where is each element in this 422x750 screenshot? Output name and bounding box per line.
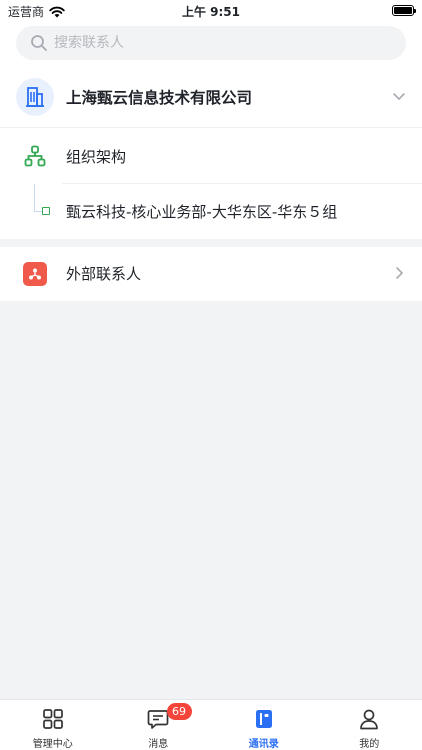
chevron-right-icon: [396, 267, 403, 279]
tab-bar: 管理中心 69 消息 通讯录 我的: [0, 699, 422, 750]
search-box[interactable]: [16, 26, 406, 60]
search-icon: [31, 35, 47, 51]
external-contacts-icon: [23, 262, 47, 286]
contacts-book-icon: [252, 707, 276, 730]
chevron-down-icon[interactable]: [392, 89, 406, 103]
search-input[interactable]: [54, 35, 374, 51]
tab-label: 管理中心: [32, 739, 73, 750]
department-row[interactable]: 甄云科技-核心业务部-大华东区-华东５组: [0, 184, 422, 239]
status-bar: 运营商 上午 9:51: [0, 0, 422, 22]
tab-contacts[interactable]: 通讯录: [211, 700, 317, 750]
tree-connector-branch: [34, 211, 42, 212]
building-icon: [16, 78, 54, 116]
org-structure-row[interactable]: 组织架构: [0, 128, 422, 184]
tab-label: 通讯录: [248, 739, 279, 750]
status-time: 上午 9:51: [181, 5, 241, 19]
tree-connector: [34, 184, 35, 211]
tab-label: 消息: [148, 739, 169, 750]
user-icon: [357, 707, 381, 730]
battery-icon: [392, 5, 416, 16]
org-chart-icon: [24, 145, 46, 167]
tab-me[interactable]: 我的: [317, 700, 422, 750]
external-contacts-label: 外部联系人: [66, 265, 142, 283]
tree-node-icon: [42, 207, 50, 215]
tab-label: 我的: [359, 739, 380, 750]
org-structure-label: 组织架构: [66, 148, 127, 166]
tab-management-center[interactable]: 管理中心: [0, 700, 106, 750]
external-contacts-row[interactable]: 外部联系人: [0, 247, 422, 301]
organization-card: 上海甄云信息技术有限公司 组织架构 甄云科技-核心业务部-大华东区-华东５组: [0, 72, 422, 239]
company-row[interactable]: 上海甄云信息技术有限公司: [0, 72, 422, 128]
grid-icon: [41, 707, 65, 730]
search-area: [0, 22, 422, 72]
tab-messages[interactable]: 69 消息: [106, 700, 212, 750]
company-name: 上海甄云信息技术有限公司: [66, 89, 253, 107]
department-label: 甄云科技-核心业务部-大华东区-华东５组: [66, 203, 338, 221]
unread-badge: 69: [166, 703, 192, 720]
